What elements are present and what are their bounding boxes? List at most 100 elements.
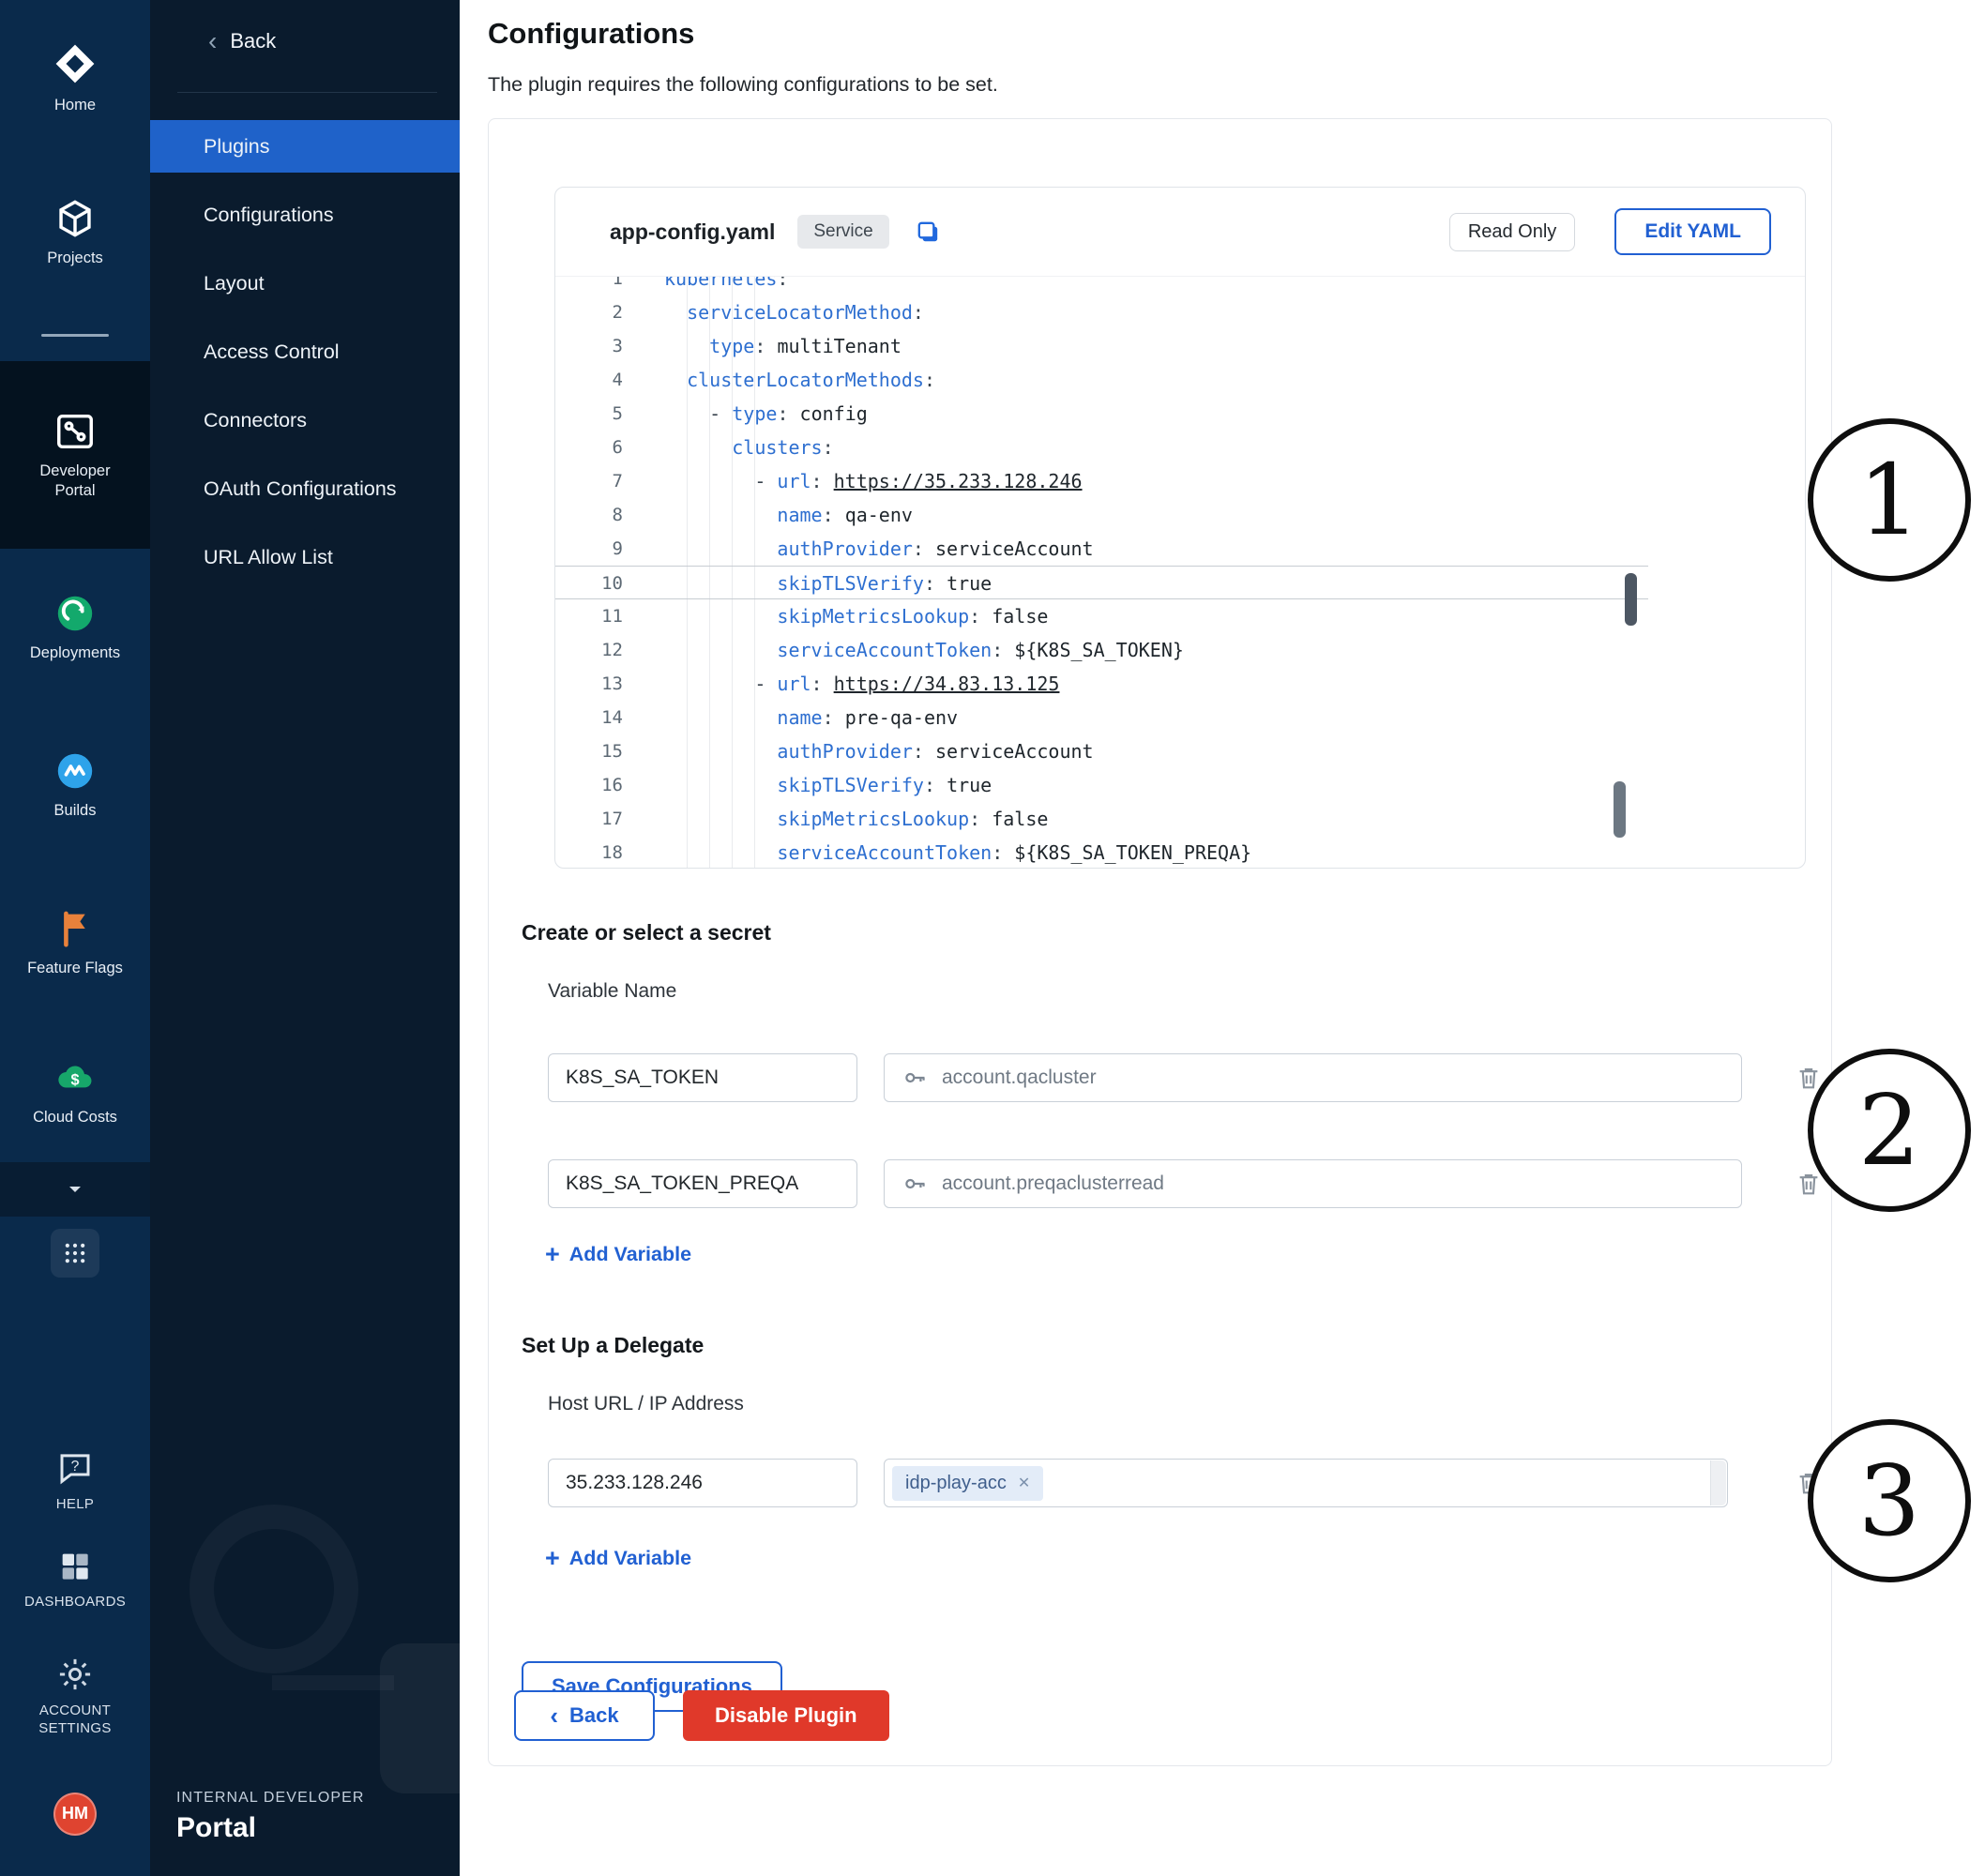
line-number: 15 [555,734,664,768]
rail-item-builds[interactable]: Builds [0,706,150,864]
remove-tag-icon[interactable]: ✕ [1018,1474,1030,1492]
code-text: name: qa-env [664,498,913,532]
line-number: 10 [555,567,664,598]
sidebar-decoration-ring [189,1505,358,1673]
rail-divider-line [41,334,109,337]
rail-item-developer-portal[interactable]: Developer Portal [0,361,150,549]
code-line: 4 clusterLocatorMethods: [555,363,1648,397]
svg-text:?: ? [71,1458,80,1474]
secret-select[interactable]: account.preqaclusterread [884,1159,1742,1208]
rail-item-label: Feature Flags [23,959,127,978]
line-number: 8 [555,498,664,532]
rail-item-feature-flags[interactable]: Feature Flags [0,864,150,1021]
builds-icon [53,749,97,793]
apps-grid-box [51,1229,99,1278]
rail-item-profile[interactable]: HM [0,1764,150,1863]
disable-plugin-button[interactable]: Disable Plugin [683,1690,889,1741]
rail-item-account-settings[interactable]: ACCOUNT SETTINGS [0,1628,150,1764]
rail-item-home[interactable]: Home [0,0,150,155]
code-line: 9 authProvider: serviceAccount [555,532,1648,566]
chevron-left-icon: ‹ [208,28,217,54]
rail-collapse-button[interactable] [0,1162,150,1217]
page-subtitle: The plugin requires the following config… [488,73,998,97]
rail-item-label: Builds [23,801,127,821]
code-line: 11 skipMetricsLookup: false [555,599,1648,633]
code-line: 7 - url: https://35.233.128.246 [555,464,1648,498]
sidebar-item-oauth-configurations[interactable]: OAuth Configurations [150,455,460,523]
sidebar-item-connectors[interactable]: Connectors [150,386,460,455]
secret-value: account.preqaclusterread [942,1172,1164,1195]
rail-divider [0,310,150,361]
key-icon [902,1065,928,1091]
rail-apps-button[interactable] [0,1217,150,1290]
configurations-card: app-config.yaml Service Read Only Edit Y… [488,118,1832,1766]
sidebar-item-label: OAuth Configurations [204,477,397,501]
code-line: 17 skipMetricsLookup: false [555,802,1648,836]
tag-box-scrollbar[interactable] [1710,1460,1726,1505]
variable-name-input[interactable]: K8S_SA_TOKEN [548,1053,857,1102]
copy-button[interactable] [914,218,943,247]
code-scrollbar-thumb[interactable] [1625,573,1637,626]
back-button[interactable]: ‹ Back [514,1690,655,1741]
page-title: Configurations [488,17,694,51]
line-number: 18 [555,836,664,868]
code-text: skipTLSVerify: true [664,768,992,802]
code-text: type: multiTenant [664,329,902,363]
dashboards-icon [56,1548,94,1585]
feature-flags-icon [53,907,97,950]
variable-name-input[interactable]: K8S_SA_TOKEN_PREQA [548,1159,857,1208]
product-title: Portal [176,1812,365,1844]
sidebar-item-url-allow-list[interactable]: URL Allow List [150,523,460,592]
sidebar-item-configurations[interactable]: Configurations [150,181,460,250]
developer-portal-icon [53,410,97,453]
line-number: 9 [555,532,664,566]
sidebar-item-access-control[interactable]: Access Control [150,318,460,386]
delegate-tag-input[interactable]: idp-play-acc ✕ [884,1459,1728,1507]
apps-grid-icon [62,1240,88,1266]
sidebar-item-label: Access Control [204,340,340,364]
add-delegate-variable-link[interactable]: + Add Variable [545,1546,691,1571]
line-number: 2 [555,295,664,329]
delegate-tag-label: idp-play-acc [905,1473,1007,1494]
sidebar-item-label: Layout [204,272,265,295]
main-content: Configurations The plugin requires the f… [460,0,1985,1876]
chevron-left-icon: ‹ [550,1703,558,1728]
plugin-sidebar: ‹ Back Plugins Configurations Layout Acc… [150,0,460,1876]
annotation-circle-1: 1 [1808,418,1971,582]
host-url-input[interactable]: 35.233.128.246 [548,1459,857,1507]
rail-item-projects[interactable]: Projects [0,155,150,310]
sidebar-back-button[interactable]: ‹ Back [208,28,276,54]
host-url-value: 35.233.128.246 [566,1472,703,1494]
sidebar-item-label: Connectors [204,409,307,432]
rail-item-help[interactable]: ? HELP [0,1431,150,1530]
line-number: 17 [555,802,664,836]
secret-select[interactable]: account.qacluster [884,1053,1742,1102]
rail-item-label: HELP [23,1496,127,1514]
yaml-filename: app-config.yaml [610,219,775,245]
back-label: Back [230,29,276,53]
sidebar-divider [177,92,437,93]
add-variable-label: Add Variable [569,1243,691,1266]
sidebar-item-plugins[interactable]: Plugins [150,120,460,173]
code-text: kubernetes: [664,277,788,295]
sidebar-item-layout[interactable]: Layout [150,250,460,318]
rail-item-deployments[interactable]: Deployments [0,549,150,706]
rail-item-dashboards[interactable]: DASHBOARDS [0,1530,150,1628]
variable-name-value: K8S_SA_TOKEN_PREQA [566,1172,798,1195]
code-line: 2 serviceLocatorMethod: [555,295,1648,329]
rail-item-cloud-costs[interactable]: $ Cloud Costs [0,1021,150,1162]
read-only-badge: Read Only [1449,213,1576,251]
product-eyebrow: INTERNAL DEVELOPER [176,1790,365,1807]
code-line: 12 serviceAccountToken: ${K8S_SA_TOKEN} [555,633,1648,667]
rail-item-label: Deployments [23,643,127,663]
line-number: 5 [555,397,664,431]
code-text: skipMetricsLookup: false [664,802,1048,836]
add-variable-link[interactable]: + Add Variable [545,1242,691,1267]
avatar[interactable]: HM [53,1793,97,1836]
app-window: Home Projects Developer Portal Deploymen… [0,0,1985,1876]
line-number: 6 [555,431,664,464]
module-rail: Home Projects Developer Portal Deploymen… [0,0,150,1876]
code-text: clusters: [664,431,834,464]
edit-yaml-button[interactable]: Edit YAML [1614,208,1771,255]
code-scrollbar-thumb-secondary[interactable] [1614,781,1626,838]
